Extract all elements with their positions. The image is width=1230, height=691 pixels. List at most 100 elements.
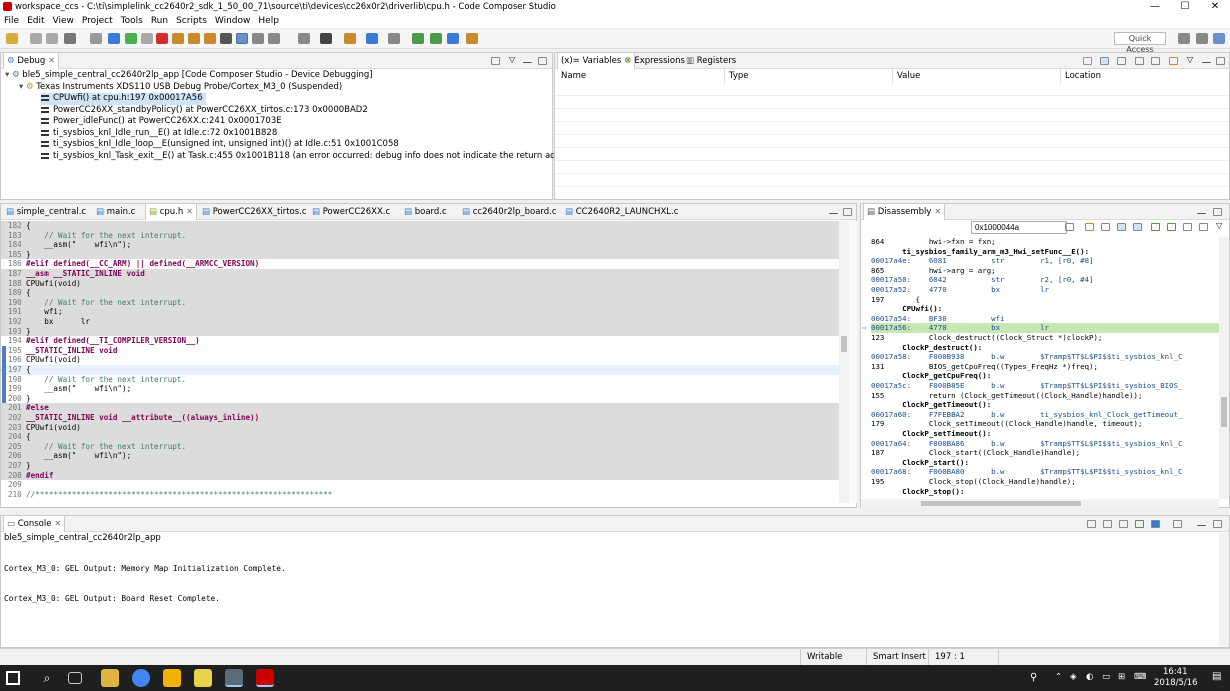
disassembly-listing[interactable]: 864 hwi->fxn = fxn; ti_sysbios_family_ar… <box>861 237 1219 499</box>
target-icon[interactable] <box>320 33 332 44</box>
minimize-view-icon[interactable] <box>523 57 532 63</box>
code-editor[interactable]: 182{183 // Wait for the next interrupt. 1… <box>1 221 839 503</box>
instruction-step-icon[interactable] <box>1151 223 1160 231</box>
code-line[interactable]: 195 __STATIC_INLINE void <box>1 346 839 356</box>
code-line[interactable]: 182 { <box>1 221 839 231</box>
view-menu-icon[interactable]: ▽ <box>509 55 518 64</box>
refresh-icon[interactable] <box>430 33 442 44</box>
code-line[interactable]: 192 bx lr <box>1 317 839 327</box>
code-line[interactable]: 189 { <box>1 288 839 298</box>
user-icon[interactable]: ⚲ <box>1030 672 1037 683</box>
external-tools-icon[interactable] <box>366 33 378 44</box>
quick-access-field[interactable]: Quick Access <box>1114 32 1166 54</box>
tab-expressions[interactable]: ⚙ Expressions <box>621 53 688 69</box>
minimize-button[interactable]: — <box>1140 0 1170 14</box>
input-icon[interactable]: ⌨ <box>1134 672 1146 682</box>
start-icon[interactable] <box>6 671 20 685</box>
terminate-icon[interactable] <box>156 33 168 44</box>
disassembly-line[interactable]: 00017a64: F000BA86 b.w $Tramp$TT$L$PI$$t… <box>871 439 1219 449</box>
stack-frame[interactable]: ti_sysbios_knl_Idle_run__E() at Idle.c:7… <box>41 128 277 140</box>
volume-icon[interactable]: ◐ <box>1086 672 1093 682</box>
search-icon[interactable] <box>447 33 459 44</box>
tray-chevron-icon[interactable]: ⌃ <box>1055 672 1062 682</box>
tab-cc2640r2lp-board-c[interactable]: ▤ cc2640r2lp_board.c <box>459 204 560 220</box>
virtualbox-icon[interactable] <box>225 669 243 687</box>
disassembly-line[interactable]: 00017a56: 4770 bx lr <box>871 323 1219 333</box>
column-header-location[interactable]: Location <box>1061 69 1229 83</box>
search-icon[interactable]: ⌕ <box>38 669 56 687</box>
code-line[interactable]: 191 wfi; <box>1 307 839 317</box>
disassembly-line[interactable]: 00017a50: 6042 str r2, [r0, #4] <box>871 275 1219 285</box>
debug-root[interactable]: ▾ ⚙ ble5_simple_central_cc2640r2lp_app [… <box>5 70 373 82</box>
tab-registers[interactable]: ▥ Registers <box>683 53 739 69</box>
code-line[interactable]: 187 __asm __STATIC_INLINE void <box>1 269 839 279</box>
disassembly-line[interactable]: 131 BIOS_getCpuFreq((Types_FreqHz *)freq… <box>871 362 1219 372</box>
stack-frame[interactable]: ti_sysbios_knl_Idle_loop__E(unsigned int… <box>41 139 399 151</box>
maximize-view-icon[interactable] <box>538 57 547 65</box>
disassembly-line[interactable]: 00017a52: 4770 bx lr <box>871 285 1219 295</box>
minimize-view-icon[interactable] <box>1197 208 1206 214</box>
stack-frame[interactable]: Power_idleFunc() at PowerCC26XX.c:241 0x… <box>41 116 282 128</box>
chrome-icon[interactable] <box>132 669 150 687</box>
menu-help[interactable]: Help <box>254 16 283 26</box>
settings-icon[interactable] <box>388 33 400 44</box>
word-wrap-icon[interactable] <box>1119 520 1128 528</box>
console-output[interactable]: Cortex_M3_0: GEL Output: Memory Map Init… <box>4 544 286 624</box>
close-button[interactable]: ✕ <box>1200 0 1230 14</box>
file-explorer-icon[interactable] <box>101 669 119 687</box>
minimize-view-icon[interactable] <box>829 208 838 214</box>
open-console-icon[interactable] <box>1173 520 1182 528</box>
layout-icon[interactable] <box>1135 57 1144 65</box>
reset-icon[interactable] <box>252 33 264 44</box>
open-perspective-icon[interactable] <box>1178 33 1190 44</box>
disassembly-line[interactable]: 864 hwi->fxn = fxn; <box>871 237 1219 247</box>
code-line[interactable]: 183 // Wait for the next interrupt. <box>1 230 839 241</box>
resume-icon[interactable] <box>125 33 137 44</box>
app-icon[interactable] <box>163 669 181 687</box>
show-type-names-icon[interactable] <box>1100 57 1109 65</box>
stack-frame[interactable]: ti_sysbios_knl_Task_exit__E() at Task.c:… <box>41 151 582 163</box>
save-icon[interactable] <box>30 33 42 44</box>
code-composer-icon[interactable] <box>256 669 274 687</box>
battery-icon[interactable]: ▭ <box>1102 672 1110 682</box>
step-into-icon[interactable] <box>172 33 184 44</box>
console-scrollbar[interactable] <box>1219 533 1229 647</box>
network-icon[interactable]: ◈ <box>1070 672 1077 682</box>
code-line[interactable]: 206 __asm(" wfi\n"); <box>1 451 839 461</box>
step-over-icon[interactable] <box>188 33 200 44</box>
stack-frame[interactable]: PowerCC26XX_standbyPolicy() at PowerCC26… <box>41 105 368 117</box>
collapse-all-icon[interactable] <box>1083 57 1092 65</box>
layout-icon[interactable] <box>1183 223 1192 231</box>
disassembly-line[interactable]: ClockP_destruct(): <box>871 343 1219 353</box>
code-line[interactable]: 186 #elif defined(__CC_ARM) || defined(__… <box>1 259 839 269</box>
new-icon[interactable] <box>6 33 18 44</box>
menu-run[interactable]: Run <box>147 16 172 26</box>
disassembly-line[interactable]: ClockP_getTimeout(): <box>871 400 1219 410</box>
notification-icon[interactable]: ▤ <box>1212 671 1221 682</box>
build-icon[interactable] <box>64 33 76 44</box>
tools-icon[interactable] <box>298 33 310 44</box>
show-symbols-icon[interactable] <box>1133 223 1142 231</box>
code-line[interactable]: 190 // Wait for the next interrupt. <box>1 297 839 308</box>
column-header-type[interactable]: Type <box>725 69 893 83</box>
scroll-thumb[interactable] <box>841 336 847 352</box>
code-line[interactable]: 204 { <box>1 432 839 442</box>
maximize-view-icon[interactable] <box>1213 208 1222 216</box>
menu-edit[interactable]: Edit <box>23 16 48 26</box>
disassembly-line[interactable]: 00017a58: F000B938 b.w $Tramp$TT$L$PI$$t… <box>871 352 1219 362</box>
scroll-thumb[interactable] <box>1221 397 1227 427</box>
disassembly-line[interactable]: 155 return (Clock_getTimeout((Clock_Hand… <box>871 391 1219 401</box>
instruction-step-icon[interactable] <box>236 33 248 44</box>
disassembly-line[interactable]: ClockP_start(): <box>871 458 1219 468</box>
step-icon[interactable] <box>1167 223 1176 231</box>
refresh-icon[interactable] <box>1101 223 1110 231</box>
maximize-view-icon[interactable] <box>843 208 852 216</box>
menu-project[interactable]: Project <box>78 16 117 26</box>
disassembly-line[interactable]: ClockP_stop(): <box>871 487 1219 497</box>
disassembly-line[interactable]: 187 Clock_start((Clock_Handle)handle); <box>871 448 1219 458</box>
disassembly-line[interactable]: 197 { <box>871 295 1219 305</box>
tab-cpu-h[interactable]: ▤ cpu.h ✕ <box>145 204 197 220</box>
perspective-edit-icon[interactable] <box>1196 33 1208 44</box>
disassembly-line[interactable]: ti_sysbios_family_arm_m3_Hwi_setFunc__E(… <box>871 247 1219 257</box>
pin-icon[interactable] <box>1199 223 1208 231</box>
